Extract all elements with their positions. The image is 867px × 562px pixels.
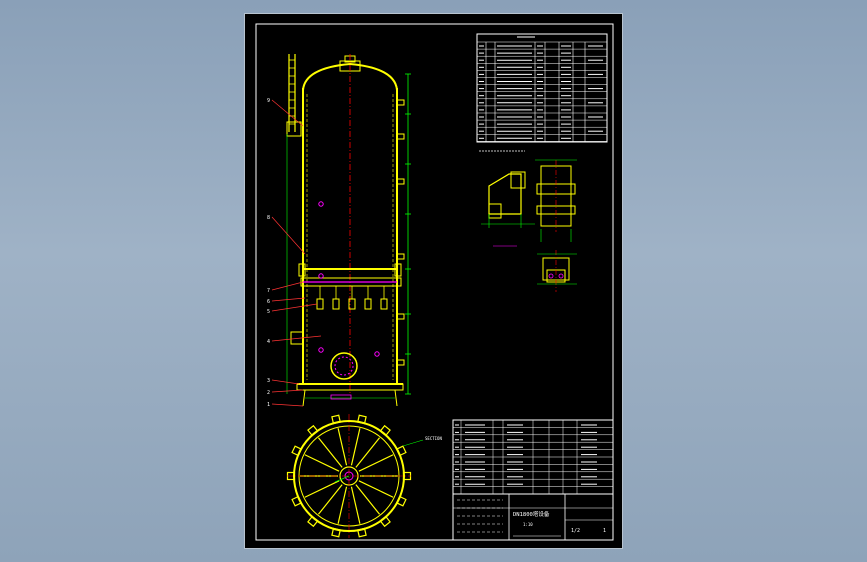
sheet-number: 1 bbox=[603, 528, 606, 534]
drawing-number: 1/2 bbox=[571, 528, 580, 534]
leader-line bbox=[271, 297, 306, 302]
plan-note-leader bbox=[402, 439, 424, 447]
leader-line bbox=[271, 303, 318, 312]
leader-label: 4 bbox=[267, 339, 270, 345]
leader-line bbox=[271, 216, 306, 255]
distributor-nozzle bbox=[316, 298, 324, 310]
skirt-leg bbox=[302, 389, 306, 407]
leader-label: 8 bbox=[267, 215, 270, 221]
plan-view-note: SECTION bbox=[425, 436, 442, 441]
side-nozzle-right bbox=[396, 133, 405, 140]
leader-line bbox=[271, 403, 304, 407]
leader-line bbox=[271, 281, 304, 291]
leader-line bbox=[271, 379, 300, 385]
leader-line bbox=[271, 389, 304, 393]
parts-table-frame bbox=[476, 33, 608, 143]
plan-radial-arm bbox=[350, 486, 361, 524]
plan-radial-arm bbox=[337, 486, 348, 524]
plan-anchor-lug bbox=[395, 495, 407, 507]
leader-label: 7 bbox=[267, 288, 270, 294]
cad-drawing-canvas[interactable]: 9 8 7 6 5 4 3 2 1 SECTION DN1800塔设备 1:10 1/2 1 bbox=[245, 14, 624, 550]
leader-label: 1 bbox=[267, 402, 270, 408]
instrument-port bbox=[318, 201, 324, 207]
distributor-nozzle bbox=[364, 298, 372, 310]
skirt-leg bbox=[394, 389, 398, 407]
plan-radial-arm bbox=[350, 428, 361, 466]
detail-bolt bbox=[558, 273, 564, 279]
leader-label: 9 bbox=[267, 98, 270, 104]
detail-bracket-outline bbox=[488, 173, 522, 215]
instrument-port bbox=[374, 351, 380, 357]
instrument-port bbox=[318, 347, 324, 353]
side-nozzle-right bbox=[396, 99, 405, 106]
drawing-title: DN1800塔设备 bbox=[513, 510, 550, 518]
drawing-scale: 1:10 bbox=[523, 522, 533, 527]
side-nozzle-right bbox=[396, 359, 405, 366]
detail-bolt bbox=[548, 273, 554, 279]
side-nozzle-right bbox=[396, 313, 405, 320]
leader-label: 2 bbox=[267, 390, 270, 396]
plan-anchor-lug bbox=[291, 495, 303, 507]
detail-bracket-foot bbox=[488, 203, 502, 219]
side-nozzle-right bbox=[396, 178, 405, 185]
distributor-nozzle bbox=[380, 298, 388, 310]
side-nozzle-right bbox=[396, 253, 405, 260]
leader-line bbox=[271, 335, 322, 342]
leader-label: 6 bbox=[267, 299, 270, 305]
plan-anchor-lug bbox=[395, 445, 407, 457]
plan-radial-arm bbox=[337, 428, 348, 466]
plan-anchor-lug bbox=[291, 445, 303, 457]
bottom-dimension-tag bbox=[330, 394, 352, 400]
leader-label: 3 bbox=[267, 378, 270, 384]
distributor-nozzle bbox=[332, 298, 340, 310]
drawing-sheet: 9 8 7 6 5 4 3 2 1 SECTION DN1800塔设备 1:10 1/2 1 bbox=[244, 13, 623, 549]
leader-label: 5 bbox=[267, 309, 270, 315]
